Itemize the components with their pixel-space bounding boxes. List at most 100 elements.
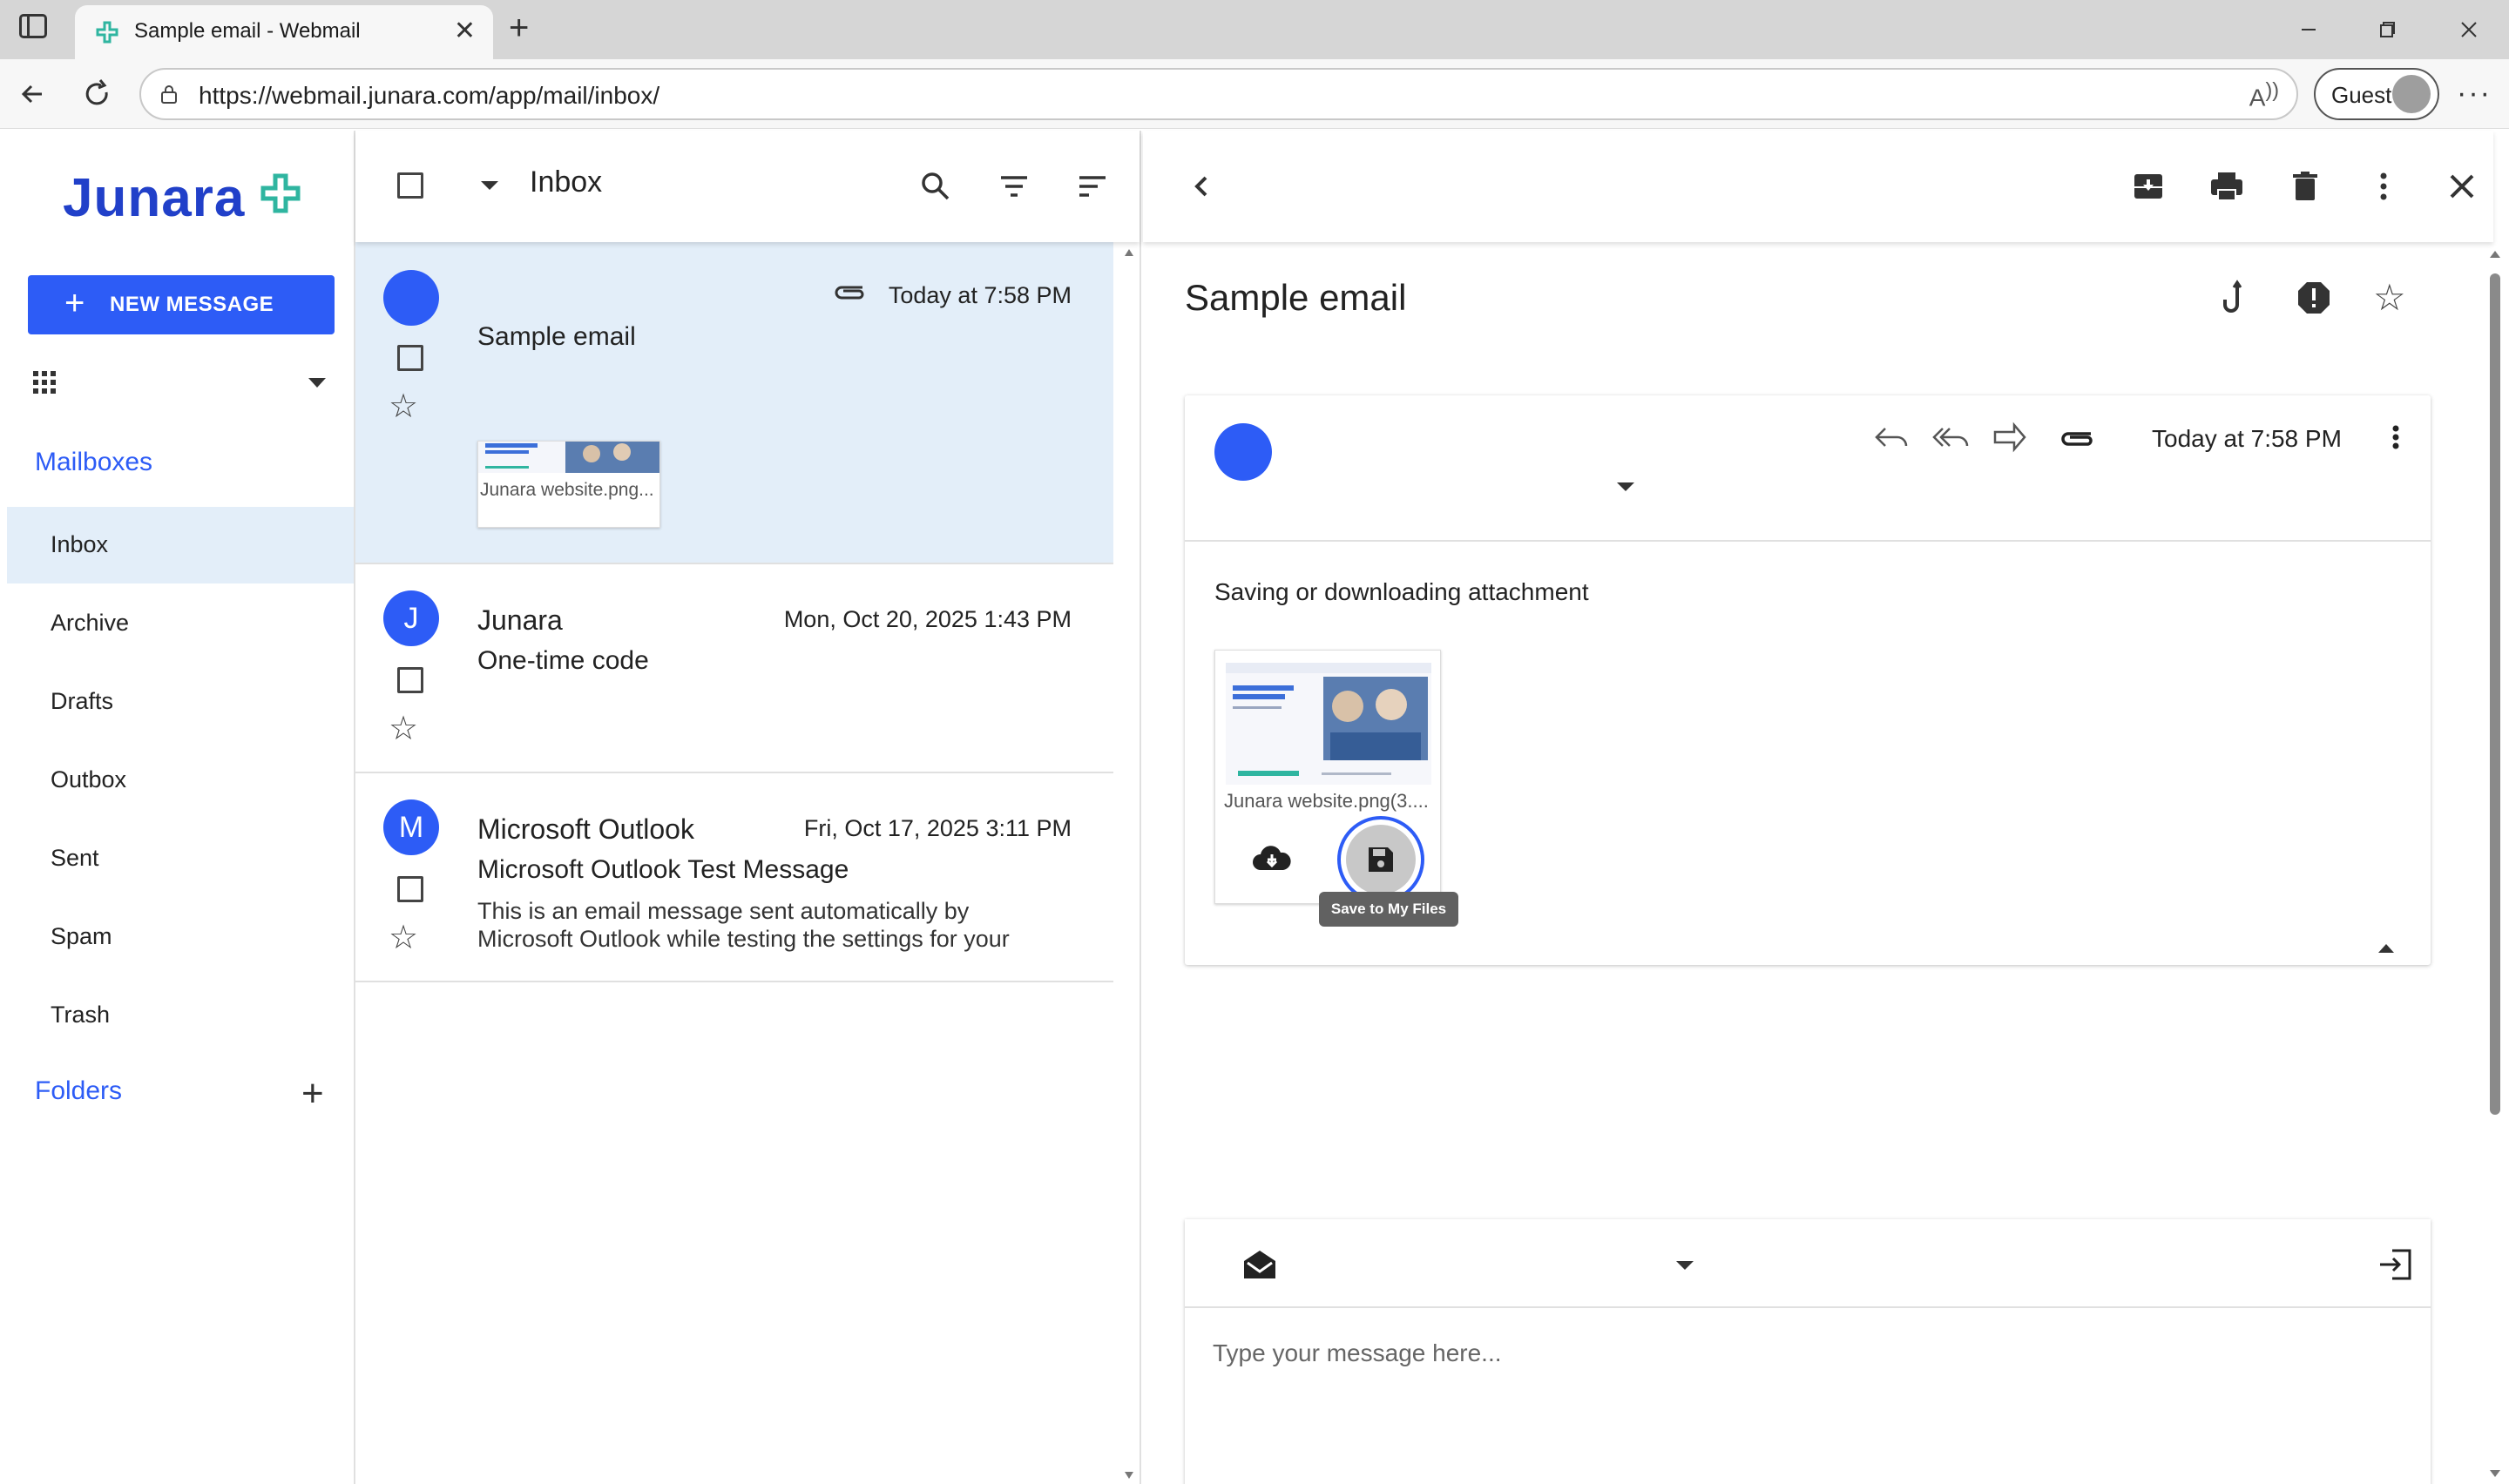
reader-toolbar [1143, 131, 2493, 242]
message-row[interactable]: J ☆ Junara Mon, Oct 20, 2025 1:43 PM One… [355, 564, 1113, 773]
star-icon[interactable]: ☆ [389, 712, 418, 745]
attachment-icon[interactable] [2058, 420, 2096, 455]
forward-icon[interactable] [1990, 420, 2028, 455]
message-checkbox[interactable] [397, 876, 423, 902]
print-icon[interactable] [2208, 167, 2246, 206]
message-date: Today at 7:58 PM [2152, 425, 2342, 452]
delete-icon[interactable] [2286, 167, 2324, 206]
back-to-list-icon[interactable] [1183, 167, 1221, 206]
close-reader-icon[interactable] [2443, 167, 2481, 206]
new-tab-icon[interactable]: + [509, 9, 529, 47]
reading-pane: Sample email ☆ Today at 7:58 PM Saving o… [1143, 131, 2509, 1484]
minimize-icon[interactable] [2291, 12, 2326, 47]
search-icon[interactable] [918, 169, 953, 204]
address-bar-row: https://webmail.junara.com/app/mail/inbo… [0, 59, 2509, 129]
floppy-disk-icon [1369, 847, 1393, 872]
tab-title: Sample email - Webmail [134, 19, 361, 43]
sidebar-item-spam[interactable]: Spam [7, 899, 354, 975]
refresh-icon[interactable] [78, 75, 117, 113]
sort-icon[interactable] [1075, 169, 1110, 204]
sender-details-dropdown-icon[interactable] [1617, 482, 1634, 491]
phishing-hook-icon[interactable] [2216, 279, 2255, 317]
attachment-name: Junara website.png(3.... [1224, 790, 1429, 812]
sidebar-toggle-icon[interactable] [19, 14, 47, 38]
url-input[interactable]: https://webmail.junara.com/app/mail/inbo… [139, 68, 2298, 120]
restore-icon[interactable] [2370, 12, 2404, 47]
spam-alert-icon[interactable] [2295, 279, 2333, 317]
reply-type-dropdown-icon[interactable] [1676, 1261, 1694, 1270]
star-icon[interactable]: ☆ [389, 921, 418, 954]
select-dropdown-icon[interactable] [481, 181, 498, 190]
mailboxes-heading[interactable]: Mailboxes [35, 448, 152, 477]
favicon-icon [96, 21, 118, 44]
archive-icon[interactable] [2129, 167, 2167, 206]
list-scrollbar[interactable] [1122, 246, 1136, 1482]
star-icon[interactable]: ☆ [389, 390, 418, 423]
sidebar-item-label: Trash [51, 1002, 111, 1028]
message-checkbox[interactable] [397, 345, 423, 371]
add-folder-icon[interactable]: + [301, 1075, 324, 1113]
left-sidebar: Junara + NEW MESSAGE Mailboxes Inbox Arc… [7, 131, 355, 1484]
profile-button[interactable]: Guest [2314, 68, 2439, 120]
browser-tab[interactable]: Sample email - Webmail ✕ [75, 5, 493, 59]
tab-close-icon[interactable]: ✕ [454, 16, 476, 47]
read-aloud-icon[interactable]: A)) [2249, 78, 2279, 111]
download-cloud-icon[interactable] [1250, 842, 1294, 877]
attachment-thumbnail[interactable]: Junara website.png... [477, 441, 660, 528]
webmail-app: Junara + NEW MESSAGE Mailboxes Inbox Arc… [7, 131, 2509, 1484]
message-card: Today at 7:58 PM Saving or downloading a… [1185, 395, 2431, 965]
filter-icon[interactable] [997, 169, 1031, 204]
back-icon[interactable] [16, 75, 54, 113]
profile-avatar-icon [2392, 75, 2431, 113]
attachment-preview-image [1226, 663, 1431, 785]
select-all-checkbox[interactable] [397, 172, 423, 199]
message-checkbox[interactable] [397, 667, 423, 693]
message-row[interactable]: M ☆ Microsoft Outlook Fri, Oct 17, 2025 … [355, 773, 1113, 982]
list-title: Inbox [530, 165, 603, 199]
attachment-card[interactable]: Junara website.png(3.... [1214, 650, 1441, 904]
plus-icon: + [64, 284, 85, 322]
favorite-star-icon[interactable]: ☆ [2373, 279, 2411, 317]
message-row[interactable]: ☆ Today at 7:58 PM Sample email Junara w… [355, 242, 1113, 564]
sidebar-item-archive[interactable]: Archive [7, 585, 354, 662]
message-preview-line: Microsoft Outlook while testing the sett… [477, 926, 1010, 952]
reply-icon[interactable] [1871, 420, 1910, 455]
attachment-preview-image [478, 442, 659, 473]
reply-all-icon[interactable] [1931, 420, 1969, 455]
apps-grid-icon[interactable] [31, 369, 57, 395]
sidebar-item-label: Inbox [51, 531, 109, 557]
close-window-icon[interactable] [2452, 12, 2486, 47]
reply-composer: Type your message here... [1185, 1219, 2431, 1484]
profile-label: Guest [2331, 82, 2392, 108]
message-more-icon[interactable] [2377, 420, 2415, 455]
message-date: Today at 7:58 PM [888, 282, 1072, 308]
sidebar-item-sent[interactable]: Sent [7, 820, 354, 897]
lock-icon[interactable] [159, 84, 179, 105]
sidebar-item-drafts[interactable]: Drafts [7, 664, 354, 740]
more-options-icon[interactable] [2364, 167, 2403, 206]
message-date: Fri, Oct 17, 2025 3:11 PM [803, 815, 1072, 841]
reader-scroll-thumb[interactable] [2490, 273, 2500, 1115]
brand-logo[interactable]: Junara [63, 167, 245, 229]
sidebar-item-label: Sent [51, 845, 99, 871]
open-envelope-icon[interactable] [1241, 1245, 1279, 1284]
list-toolbar: Inbox [355, 131, 1140, 242]
save-button-ring [1346, 825, 1416, 894]
sidebar-item-trash[interactable]: Trash [7, 977, 354, 1054]
sidebar-item-inbox[interactable]: Inbox [7, 507, 354, 583]
message-preview-line: This is an email message sent automatica… [477, 898, 970, 924]
reply-textarea[interactable]: Type your message here... [1213, 1339, 1502, 1367]
save-tooltip: Save to My Files [1319, 892, 1458, 927]
sender-avatar: M [383, 799, 439, 855]
collapse-icon[interactable] [2378, 944, 2394, 953]
pop-out-icon[interactable] [2377, 1245, 2415, 1284]
folders-heading[interactable]: Folders [35, 1076, 122, 1106]
divider [1185, 1306, 2431, 1308]
url-text: https://webmail.junara.com/app/mail/inbo… [199, 82, 660, 109]
new-message-button[interactable]: + NEW MESSAGE [28, 275, 335, 334]
message-subject: Microsoft Outlook Test Message [477, 855, 849, 884]
sidebar-item-outbox[interactable]: Outbox [7, 742, 354, 819]
apps-dropdown-icon[interactable] [308, 378, 326, 388]
browser-menu-icon[interactable]: ··· [2457, 77, 2492, 111]
save-to-files-button[interactable] [1337, 816, 1424, 903]
